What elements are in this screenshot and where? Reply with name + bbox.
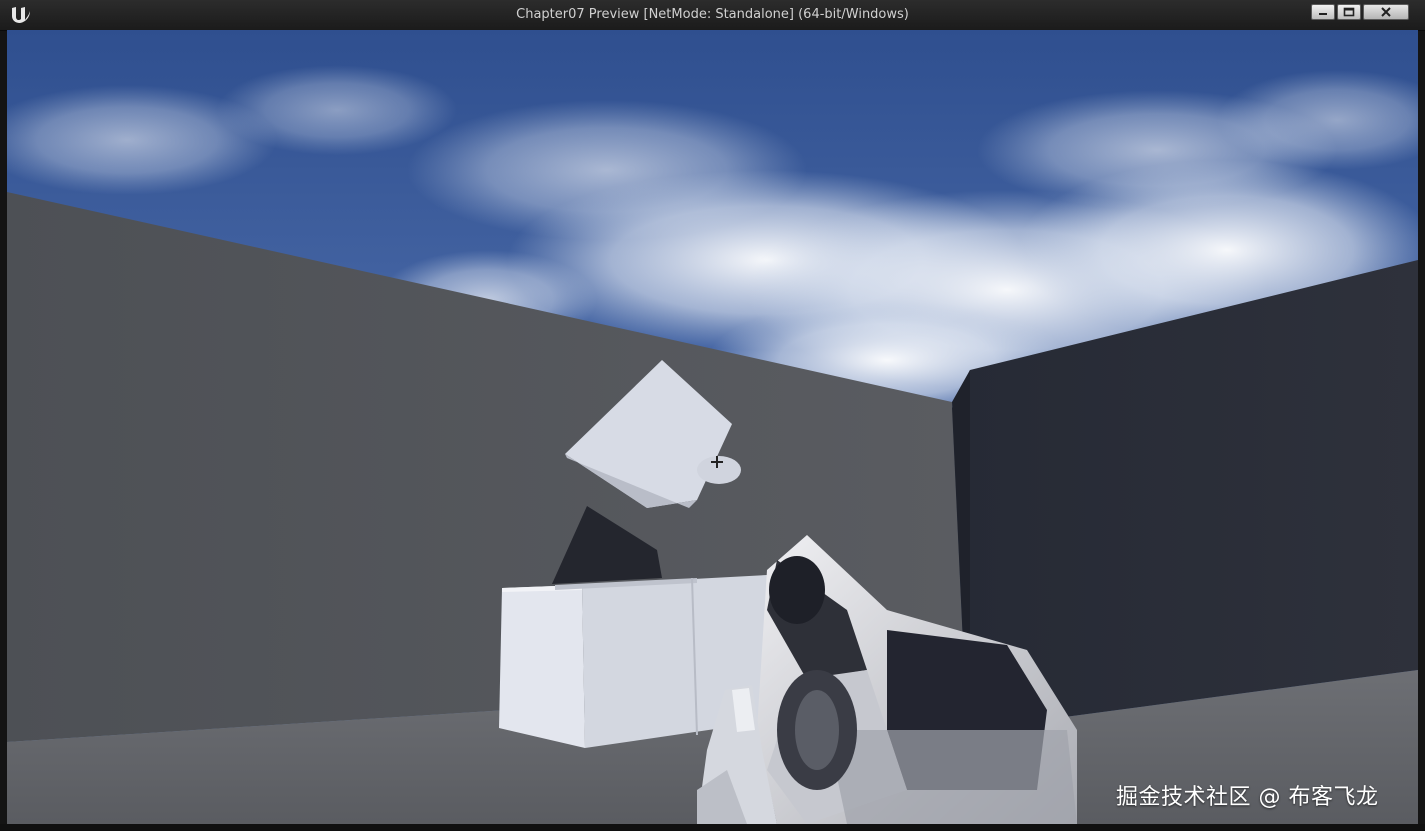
close-icon <box>1380 7 1392 17</box>
maximize-button[interactable] <box>1337 4 1361 20</box>
window-controls <box>1311 4 1409 20</box>
minimize-button[interactable] <box>1311 4 1335 20</box>
window-title: Chapter07 Preview [NetMode: Standalone] … <box>516 7 909 22</box>
game-scene <box>7 30 1418 824</box>
title-bar[interactable]: Chapter07 Preview [NetMode: Standalone] … <box>0 0 1425 31</box>
maximize-icon <box>1343 7 1355 17</box>
watermark-text: 掘金技术社区 @ 布客飞龙 <box>1116 785 1379 810</box>
game-window: Chapter07 Preview [NetMode: Standalone] … <box>0 0 1425 831</box>
window-bottom-border <box>0 824 1425 831</box>
minimize-icon <box>1318 8 1328 16</box>
unreal-engine-logo-icon <box>10 5 32 25</box>
game-viewport[interactable] <box>7 30 1418 824</box>
close-button[interactable] <box>1363 4 1409 20</box>
